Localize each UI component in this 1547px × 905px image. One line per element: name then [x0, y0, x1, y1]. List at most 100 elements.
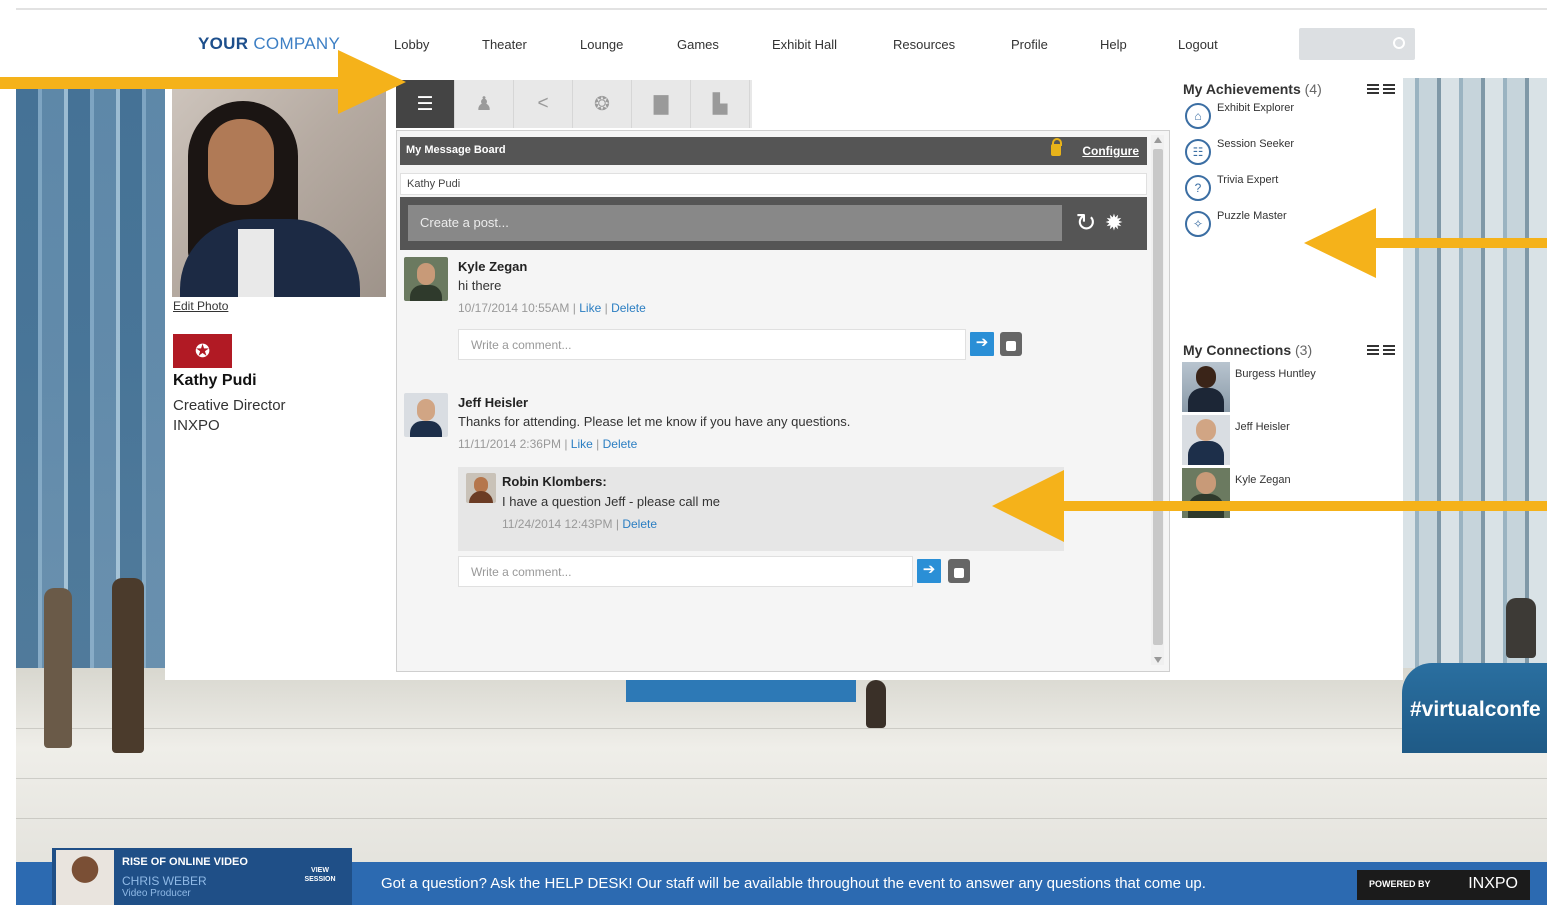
view-session-button[interactable]: VIEW SESSION: [298, 866, 342, 886]
promo-title: RISE OF ONLINE VIDEO: [122, 856, 248, 868]
delete-link[interactable]: Delete: [603, 437, 638, 451]
profile-photo: [172, 89, 386, 297]
powered-by-label: POWERED BY: [1369, 879, 1431, 889]
search-icon[interactable]: [1393, 37, 1405, 49]
glass-wall-left: [16, 78, 176, 728]
user-icon: ♟: [475, 93, 493, 115]
nav-resources[interactable]: Resources: [893, 37, 955, 52]
connections-count: (3): [1295, 342, 1313, 358]
tab-share[interactable]: <: [514, 80, 573, 128]
like-link[interactable]: Like: [579, 301, 601, 315]
nav-logout[interactable]: Logout: [1178, 37, 1218, 52]
scroll-down-icon[interactable]: [1154, 657, 1162, 663]
help-desk-message: Got a question? Ask the HELP DESK! Our s…: [381, 875, 1206, 892]
nav-lounge[interactable]: Lounge: [580, 37, 623, 52]
profile-title: Creative Director: [173, 397, 286, 414]
nav-exhibit-hall[interactable]: Exhibit Hall: [772, 37, 837, 52]
post-time: 11/11/2014 2:36PM: [458, 437, 561, 451]
like-link[interactable]: Like: [571, 437, 593, 451]
send-comment-button[interactable]: ➔: [917, 559, 941, 583]
post-author[interactable]: Jeff Heisler: [458, 395, 528, 410]
lock-icon: [1051, 138, 1062, 156]
view-toggle[interactable]: [1367, 345, 1397, 355]
callout-arrow-reply: [992, 470, 1547, 542]
scroll-up-icon[interactable]: [1154, 137, 1162, 143]
tab-stats[interactable]: ▙: [691, 80, 750, 128]
achievement-label: Trivia Expert: [1217, 174, 1279, 186]
avatar: [1182, 362, 1230, 412]
chat-icon: ❂: [594, 93, 610, 115]
gear-icon[interactable]: ✹: [1102, 209, 1126, 237]
comment-input[interactable]: Write a comment...: [458, 329, 966, 360]
nav-theater[interactable]: Theater: [482, 37, 527, 52]
nav-profile[interactable]: Profile: [1011, 37, 1048, 52]
reply-author[interactable]: Robin Klombers:: [502, 474, 607, 489]
separator: |: [564, 437, 568, 451]
profile-tabs: ☰ ♟ < ❂ ▇ ▙: [396, 80, 752, 128]
create-post-input[interactable]: Create a post...: [408, 205, 1062, 241]
connection-name: Burgess Huntley: [1235, 368, 1316, 380]
achievement-label: Exhibit Explorer: [1217, 102, 1295, 114]
separator: |: [615, 517, 619, 531]
achievement-label: Puzzle Master: [1217, 210, 1287, 222]
share-icon: <: [537, 93, 549, 114]
promo-speaker-name: CHRIS WEBER: [122, 874, 207, 888]
connections-heading: My Connections (3): [1183, 342, 1312, 358]
tab-profile[interactable]: ♟: [455, 80, 514, 128]
delete-link[interactable]: Delete: [611, 301, 646, 315]
reply-time: 11/24/2014 12:43PM: [502, 517, 613, 531]
grid-view-icon[interactable]: [1367, 345, 1379, 355]
powered-by-badge[interactable]: POWERED BY INXPO: [1357, 870, 1530, 900]
grid-view-icon[interactable]: [1367, 84, 1379, 94]
tab-briefcase[interactable]: ▇: [632, 80, 691, 128]
right-sidebar: My Achievements (4) ⌂ Exhibit Explorer ☷…: [1181, 78, 1403, 678]
message-board: My Message Board Configure Kathy Pudi Cr…: [396, 130, 1170, 672]
scrollbar[interactable]: [1151, 135, 1164, 665]
achievement-item[interactable]: ⌂ Exhibit Explorer: [1183, 101, 1393, 131]
puzzle-icon: ✧: [1185, 211, 1211, 237]
achievement-item[interactable]: ? Trivia Expert: [1183, 173, 1393, 203]
tab-chat[interactable]: ❂: [573, 80, 632, 128]
avatar[interactable]: [404, 257, 448, 301]
comment-row: Write a comment... ➔: [458, 556, 978, 587]
avatar[interactable]: [466, 473, 496, 503]
hashtag-sign: #virtualconfe: [1410, 698, 1541, 721]
connection-item[interactable]: Burgess Huntley: [1182, 362, 1392, 414]
reply-text: I have a question Jeff - please call me: [502, 494, 720, 509]
post-author[interactable]: Kyle Zegan: [458, 259, 527, 274]
list-view-icon[interactable]: [1383, 84, 1395, 94]
achievements-heading: My Achievements (4): [1183, 81, 1322, 97]
camera-icon[interactable]: [948, 559, 970, 583]
post-meta: 10/17/2014 10:55AM | Like | Delete: [458, 301, 646, 315]
separator: |: [596, 437, 600, 451]
search-input[interactable]: [1299, 28, 1415, 60]
session-promo[interactable]: RISE OF ONLINE VIDEO CHRIS WEBER Video P…: [52, 848, 352, 905]
view-toggle[interactable]: [1367, 84, 1397, 94]
callout-arrow-achievements: [1304, 208, 1547, 278]
person-figure: [44, 588, 72, 748]
briefcase-icon: ▇: [653, 93, 669, 115]
achievement-item[interactable]: ☷ Session Seeker: [1183, 137, 1393, 167]
send-comment-button[interactable]: ➔: [970, 332, 994, 356]
avatar[interactable]: [404, 393, 448, 437]
board-owner: Kathy Pudi: [400, 173, 1147, 195]
configure-link[interactable]: Configure: [1082, 144, 1139, 158]
achievements-title: My Achievements: [1183, 81, 1301, 97]
profile-panel: Edit Photo ✪ Kathy Pudi Creative Directo…: [165, 78, 1403, 680]
nav-games[interactable]: Games: [677, 37, 719, 52]
reply-item: Robin Klombers: I have a question Jeff -…: [458, 467, 1064, 551]
delete-link[interactable]: Delete: [622, 517, 657, 531]
post-meta: 11/11/2014 2:36PM | Like | Delete: [458, 437, 637, 451]
session-icon: ☷: [1185, 139, 1211, 165]
separator: |: [572, 301, 576, 315]
post-time: 10/17/2014 10:55AM: [458, 301, 570, 315]
connection-item[interactable]: Jeff Heisler: [1182, 415, 1392, 467]
edit-photo-link[interactable]: Edit Photo: [173, 299, 228, 313]
nav-help[interactable]: Help: [1100, 37, 1127, 52]
camera-icon[interactable]: [1000, 332, 1022, 356]
list-view-icon[interactable]: [1383, 345, 1395, 355]
post-text: hi there: [458, 278, 502, 293]
scroll-thumb[interactable]: [1153, 149, 1163, 645]
comment-input[interactable]: Write a comment...: [458, 556, 913, 587]
refresh-icon[interactable]: ↻: [1074, 209, 1098, 237]
